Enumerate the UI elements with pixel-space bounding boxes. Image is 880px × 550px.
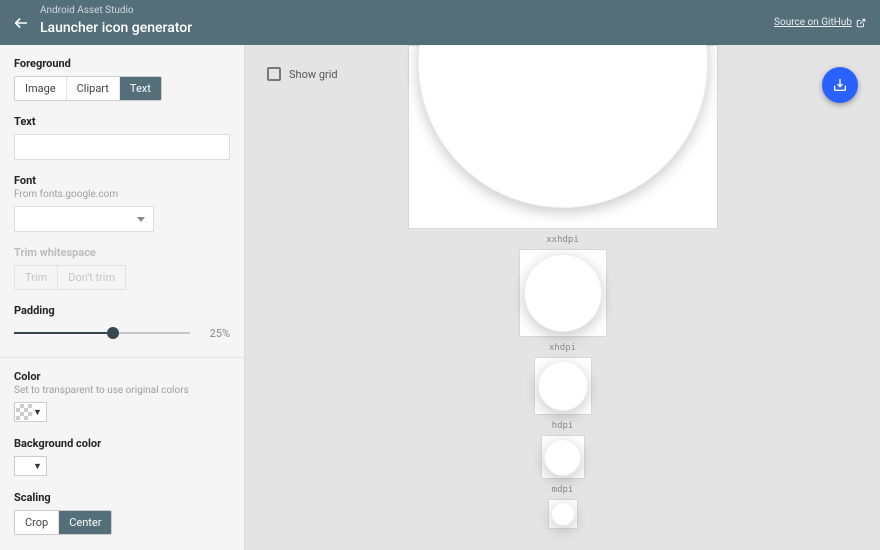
source-github-link[interactable]: Source on GitHub (774, 17, 866, 28)
preview-column: xxhdpi xhdpi hdpi mdpi (408, 45, 718, 529)
dpi-label-mdpi: mdpi (552, 485, 574, 495)
app-header: Android Asset Studio Launcher icon gener… (0, 0, 880, 45)
app-supertitle: Android Asset Studio (40, 5, 134, 16)
chevron-down-icon (137, 217, 145, 222)
trim-option-trim: Trim (15, 266, 58, 289)
bgcolor-label: Background color (14, 437, 230, 450)
trim-options: Trim Don't trim (14, 265, 126, 290)
dpi-label-hdpi: hdpi (552, 421, 574, 431)
trim-label: Trim whitespace (14, 246, 230, 259)
back-button[interactable] (12, 14, 30, 32)
scaling-options: Crop Center (14, 510, 112, 535)
show-grid-toggle[interactable]: Show grid (267, 67, 338, 81)
color-label: Color (14, 370, 230, 383)
options-sidebar: Foreground Image Clipart Text Text Font … (0, 45, 245, 550)
padding-label: Padding (14, 304, 230, 317)
font-label: Font (14, 174, 230, 187)
preview-card-xxxhdpi (408, 45, 718, 229)
foreground-label: Foreground (14, 57, 230, 70)
color-sublabel: Set to transparent to use original color… (14, 385, 230, 396)
dpi-label-xhdpi: xhdpi (549, 343, 576, 353)
text-input[interactable] (14, 134, 230, 160)
chevron-down-icon: ▼ (33, 461, 42, 472)
font-sublabel: From fonts.google.com (14, 189, 230, 200)
download-icon (832, 77, 848, 93)
preview-card-xxhdpi (519, 249, 607, 337)
checkbox-icon (267, 67, 281, 81)
foreground-tabs: Image Clipart Text (14, 76, 162, 101)
foreground-tab-clipart[interactable]: Clipart (67, 77, 120, 100)
preview-card-hdpi (541, 435, 585, 479)
text-label: Text (14, 115, 230, 128)
bgcolor-picker[interactable]: ▼ (14, 456, 47, 476)
download-button[interactable] (822, 67, 858, 103)
trim-option-dont: Don't trim (58, 266, 125, 289)
scaling-option-center[interactable]: Center (59, 511, 111, 534)
padding-value: 25% (200, 327, 230, 340)
page-title: Launcher icon generator (40, 20, 192, 36)
foreground-tab-text[interactable]: Text (120, 77, 161, 100)
external-link-icon (856, 18, 866, 28)
preview-pane: Show grid xxhdpi xhdpi hdpi mdpi (245, 45, 880, 550)
scaling-option-crop[interactable]: Crop (15, 511, 59, 534)
foreground-tab-image[interactable]: Image (15, 77, 67, 100)
font-select[interactable] (14, 206, 154, 232)
preview-card-mdpi (548, 499, 578, 529)
scaling-label: Scaling (14, 491, 230, 504)
color-picker[interactable]: ▼ (14, 402, 47, 422)
preview-card-xhdpi (534, 357, 592, 415)
dpi-label-xxhdpi: xxhdpi (546, 235, 579, 245)
padding-slider[interactable] (14, 323, 190, 343)
chevron-down-icon: ▼ (33, 407, 42, 418)
white-swatch-icon (16, 458, 32, 474)
transparent-swatch-icon (16, 404, 32, 420)
